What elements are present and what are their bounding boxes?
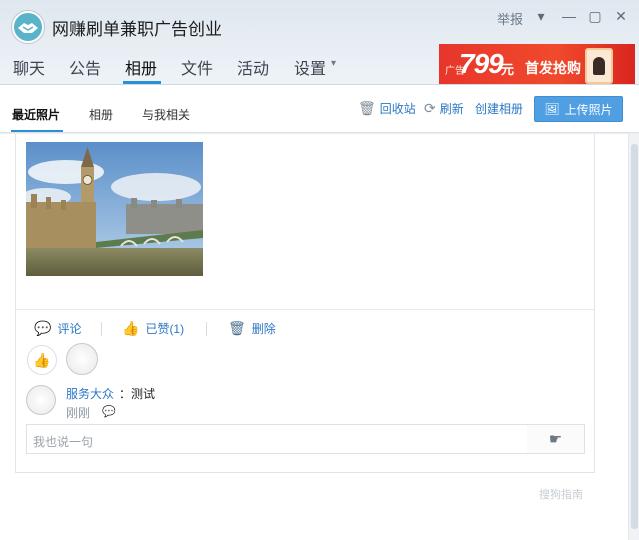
active-subtab-indicator (11, 130, 63, 132)
photo-post-card: 💬 评论 👍 已赞(1) 🗑 删除 👍 服务大众 ：测试 刚刚 💬 我也说一句 … (15, 134, 595, 473)
ad-unit: 元 (501, 62, 515, 77)
pointer-hand-icon: ☛ (548, 431, 563, 448)
post-photo[interactable] (26, 142, 203, 276)
subtab-albums[interactable]: 相册 (89, 106, 113, 123)
liked-label: 已赞(1) (145, 322, 185, 336)
card-divider (16, 309, 594, 310)
comment-button[interactable]: 💬 评论 (34, 320, 81, 337)
ad-price: 799 (459, 48, 504, 79)
tab-settings[interactable]: 设置 (294, 55, 326, 79)
ad-phone-image (585, 48, 613, 84)
like-indicator[interactable]: 👍 (27, 345, 57, 375)
maximize-icon[interactable]: ▢ (587, 8, 603, 24)
send-comment-button[interactable]: ☛ (527, 424, 585, 454)
dropdown-icon[interactable]: ▾ (533, 8, 549, 24)
recycle-bin-label: 回收站 (379, 102, 416, 116)
action-separator (206, 322, 207, 336)
comment-icon: 💬 (34, 320, 52, 336)
comment-text: ：测试 (119, 387, 156, 401)
avatar[interactable] (66, 343, 98, 375)
create-album-button[interactable]: 创建相册 (475, 100, 523, 117)
commenter-avatar[interactable] (26, 385, 56, 415)
trash-icon: 🗑 (358, 100, 376, 116)
album-content: 💬 评论 👍 已赞(1) 🗑 删除 👍 服务大众 ：测试 刚刚 💬 我也说一句 … (0, 134, 628, 540)
comment-timestamp: 刚刚 (66, 406, 91, 420)
reply-icon[interactable]: 💬 (102, 405, 116, 418)
comment-username[interactable]: 服务大众 (66, 385, 114, 402)
refresh-button[interactable]: ⟳ 刷新 (424, 100, 464, 117)
delete-button[interactable]: 🗑 删除 (228, 320, 276, 337)
settings-caret-icon[interactable]: ▾ (331, 58, 336, 69)
tab-files[interactable]: 文件 (181, 55, 213, 79)
report-link[interactable]: 举报 (497, 9, 523, 28)
tab-chat[interactable]: 聊天 (13, 55, 45, 79)
big-ben-photo (26, 142, 203, 276)
album-toolbar: 最近照片 相册 与我相关 🗑 回收站 ⟳ 刷新 创建相册 🖼 上传照片 (0, 85, 639, 133)
scrollbar[interactable] (628, 134, 639, 540)
tab-album[interactable]: 相册 (125, 55, 157, 79)
trash-icon: 🗑 (228, 320, 246, 336)
comment-input[interactable]: 我也说一句 (26, 424, 538, 454)
ad-banner[interactable]: 广告 799 元 首发抢购 (439, 44, 635, 84)
minimize-icon[interactable]: — (561, 8, 577, 24)
image-upload-icon: 🖼 (544, 102, 560, 116)
window-header: 网赚刷单兼职广告创业 举报 ▾ — ▢ ✕ 聊天 公告 相册 文件 活动 设置 … (0, 0, 639, 85)
refresh-icon: ⟳ (424, 100, 436, 116)
thumbs-up-icon: 👍 (33, 351, 51, 368)
ad-text: 首发抢购 (525, 60, 581, 76)
thumbs-up-icon: 👍 (122, 320, 140, 336)
refresh-label: 刷新 (439, 102, 464, 116)
active-tab-indicator (123, 81, 161, 84)
close-icon[interactable]: ✕ (613, 8, 629, 24)
handshake-icon (18, 23, 38, 33)
upload-photo-label: 上传照片 (564, 102, 613, 117)
upload-photo-button[interactable]: 🖼 上传照片 (534, 96, 623, 122)
tab-activity[interactable]: 活动 (237, 55, 269, 79)
subtab-recent-photos[interactable]: 最近照片 (12, 106, 60, 123)
create-album-label: 创建相册 (475, 102, 524, 116)
scroll-thumb[interactable] (631, 144, 638, 529)
watermark: 搜狗指南 (539, 489, 583, 501)
group-avatar[interactable] (12, 11, 44, 43)
recycle-bin-button[interactable]: 🗑 回收站 (358, 100, 416, 117)
comment-label: 评论 (57, 322, 82, 336)
liked-button[interactable]: 👍 已赞(1) (122, 320, 184, 337)
tab-announcement[interactable]: 公告 (69, 55, 101, 79)
subtab-related-to-me[interactable]: 与我相关 (142, 106, 190, 123)
delete-label: 删除 (251, 322, 276, 336)
action-separator (101, 322, 102, 336)
group-name: 网赚刷单兼职广告创业 (52, 20, 222, 39)
